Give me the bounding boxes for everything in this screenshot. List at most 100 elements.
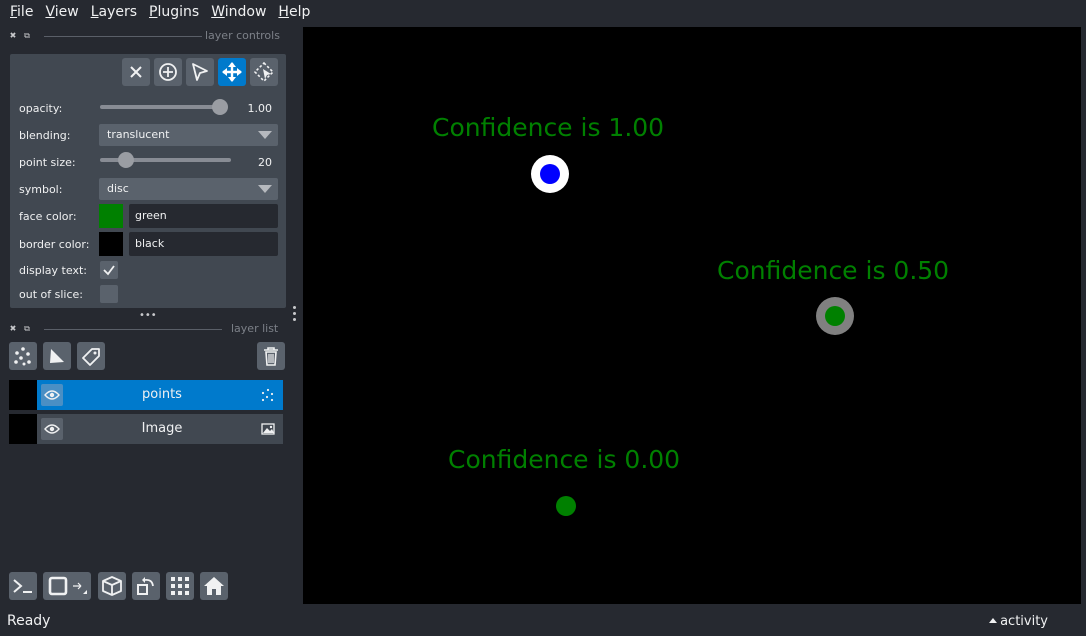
select-points-button[interactable] (186, 58, 214, 86)
opacity-label: opacity: (19, 101, 63, 115)
point-size-row: point size: (19, 151, 99, 173)
opacity-row: opacity: (19, 97, 99, 119)
blending-value: translucent (107, 128, 170, 141)
shapes-icon (50, 349, 64, 363)
symbol-row: symbol: (19, 178, 99, 200)
image-layer-icon (261, 423, 275, 435)
chevron-down-icon (258, 185, 272, 193)
grid-icon (171, 577, 189, 595)
header-divider (44, 329, 222, 330)
visibility-toggle[interactable] (41, 384, 63, 406)
float-dock-icon[interactable]: ⧉ (22, 31, 32, 41)
symbol-select[interactable]: disc (99, 178, 278, 200)
terminal-icon (13, 579, 32, 593)
border-color-input[interactable]: black (129, 232, 278, 256)
layer-row-image[interactable]: Image (9, 414, 283, 444)
border-color-row: border color: (19, 233, 99, 255)
opacity-slider-handle[interactable] (212, 99, 228, 115)
layer-row-body: points (37, 380, 283, 410)
3d-view-button[interactable] (98, 572, 126, 600)
opacity-value: 1.00 (247, 102, 273, 115)
viewer-canvas[interactable]: Confidence is 1.00 Confidence is 0.50 Co… (303, 27, 1081, 604)
face-color-label: face color: (19, 209, 77, 223)
float-dock-icon[interactable]: ⧉ (22, 324, 32, 334)
face-color-row: face color: (19, 205, 99, 227)
eye-icon (44, 424, 60, 434)
dock-splitter-handle[interactable] (293, 306, 297, 326)
new-shapes-layer-button[interactable] (43, 342, 71, 370)
symbol-value: disc (107, 182, 129, 195)
layer-list-header: ✖ ⧉ layer list (8, 321, 288, 337)
close-dock-icon[interactable]: ✖ (8, 31, 18, 41)
layer-thumbnail (9, 380, 37, 410)
rotate-icon (137, 577, 154, 595)
display-text-row: display text: (19, 259, 99, 281)
menu-help[interactable]: Help (272, 0, 316, 24)
layer-list-title: layer list (231, 322, 279, 335)
face-color-swatch[interactable] (99, 204, 123, 228)
move-arrows-icon (222, 62, 242, 82)
point-size-slider-handle[interactable] (118, 152, 135, 168)
menu-file[interactable]: File (4, 0, 39, 24)
point-label: Confidence is 0.50 (717, 256, 950, 285)
layer-controls-title: layer controls (205, 29, 280, 42)
out-of-slice-row: out of slice: (19, 283, 99, 305)
home-icon (204, 577, 224, 595)
face-color-input[interactable]: green (129, 204, 278, 228)
display-text-label: display text: (19, 263, 87, 277)
add-points-button[interactable] (154, 58, 182, 86)
symbol-label: symbol: (19, 182, 63, 196)
caret-up-icon (989, 618, 998, 623)
points-layer-icon (261, 388, 274, 402)
cube-icon (102, 576, 122, 596)
home-button[interactable] (200, 572, 228, 600)
transform-select-icon (253, 61, 275, 83)
tag-icon (82, 348, 100, 366)
chevron-down-icon (258, 131, 272, 139)
delete-points-button[interactable] (122, 58, 150, 86)
trash-icon (264, 347, 278, 366)
points-tool-row (122, 58, 278, 86)
point-marker[interactable] (555, 495, 577, 517)
activity-toggle[interactable]: activity (989, 614, 1048, 629)
panel-splitter-handle[interactable]: ••• (139, 310, 157, 321)
blending-select[interactable]: translucent (99, 124, 278, 146)
point-marker[interactable] (530, 154, 570, 194)
visibility-toggle[interactable] (41, 418, 63, 440)
grid-view-button[interactable] (166, 572, 194, 600)
menu-bar: File View Layers Plugins Window Help (0, 0, 1086, 24)
pan-zoom-button[interactable] (218, 58, 246, 86)
menu-plugins[interactable]: Plugins (143, 0, 205, 24)
close-icon (130, 66, 142, 78)
checkmark-icon (103, 265, 115, 276)
status-text: Ready (7, 613, 51, 629)
menu-layers[interactable]: Layers (85, 0, 143, 24)
layer-thumbnail (9, 414, 37, 444)
menu-view[interactable]: View (39, 0, 84, 24)
arrow-pointer-icon (192, 63, 208, 81)
border-color-swatch[interactable] (99, 232, 123, 256)
eye-icon (44, 390, 60, 400)
layer-name[interactable]: Image (67, 414, 257, 444)
delete-layer-button[interactable] (257, 342, 285, 370)
display-text-checkbox[interactable] (100, 261, 118, 279)
activity-label: activity (1000, 614, 1048, 629)
layer-controls-header: ✖ ⧉ layer controls (8, 28, 288, 44)
close-dock-icon[interactable]: ✖ (8, 324, 18, 334)
menu-window[interactable]: Window (205, 0, 272, 24)
blending-row: blending: (19, 124, 99, 146)
new-points-layer-button[interactable] (9, 342, 37, 370)
ndisplay-toggle-button[interactable] (43, 572, 91, 600)
roll-dims-button[interactable] (132, 572, 160, 600)
new-labels-layer-button[interactable] (77, 342, 105, 370)
out-of-slice-checkbox[interactable] (100, 285, 118, 303)
layer-row-points[interactable]: points (9, 380, 283, 410)
console-button[interactable] (9, 572, 37, 600)
layer-name[interactable]: points (67, 380, 257, 410)
point-marker[interactable] (815, 296, 855, 336)
transform-button[interactable] (250, 58, 278, 86)
point-label: Confidence is 1.00 (432, 113, 665, 142)
layer-controls-panel: opacity: 1.00 blending: translucent poin… (10, 54, 286, 308)
point-size-label: point size: (19, 155, 76, 169)
opacity-slider-track[interactable] (100, 105, 220, 109)
